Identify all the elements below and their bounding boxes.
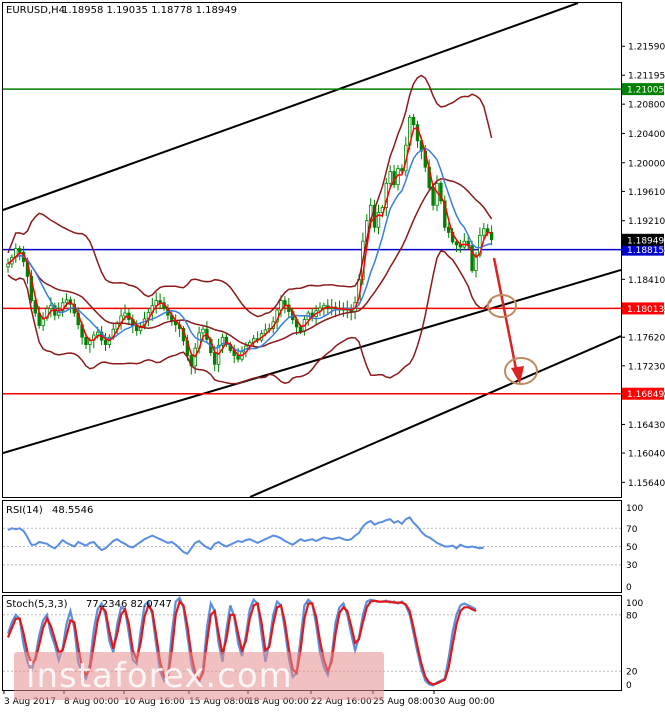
rsi-max-label: 100 (626, 504, 643, 514)
stoch-value: 77.2346 82.0747 (86, 599, 172, 610)
candle-body (388, 171, 392, 184)
channel-line-3 (249, 335, 621, 497)
rsi-title: RSI(14) (6, 505, 43, 516)
candle-body (283, 300, 287, 306)
price-tick-label: 1.20000 (628, 159, 665, 169)
candle-body (236, 355, 240, 360)
price-tick-label: 1.21195 (628, 72, 665, 82)
stoch-level-label: 80 (626, 611, 638, 621)
rsi-level-label: 30 (626, 561, 638, 571)
stoch-title: Stoch(5,3,3) (6, 599, 68, 610)
candle-body (17, 248, 22, 253)
stoch-min-label: 0 (626, 681, 632, 691)
chart-svg[interactable]: 70 50 30 100 0 80 20 100 0 1.21590 1.21195 1.2080… (0, 0, 665, 712)
frames (2, 2, 622, 691)
price-tick-label: 1.20400 (628, 130, 665, 140)
price-tick-label: 1.16040 (628, 450, 665, 460)
candle-body (64, 299, 69, 304)
level-label: 1.21005 (627, 86, 664, 96)
candle-body (411, 116, 416, 126)
candle-body (84, 336, 88, 345)
current-price-label: 1.18949 (627, 236, 664, 246)
rsi-line (7, 516, 485, 556)
candle-body (435, 182, 439, 206)
candle-body (454, 241, 459, 246)
stoch-max-label: 100 (626, 599, 643, 609)
rsi-value: 48.5546 (52, 505, 93, 516)
price-tick-label: 1.19610 (628, 188, 665, 198)
price-tick-label: 1.21590 (628, 43, 665, 53)
rsi-pane: 70 50 30 100 0 (3, 504, 643, 593)
chart-symbol-label: EURUSD,H4 (6, 5, 65, 16)
main-pane (3, 3, 621, 497)
candle-body (431, 187, 435, 206)
stoch-level-label: 20 (626, 668, 638, 678)
level-label: 1.18013 (627, 305, 664, 315)
candle-body (123, 312, 127, 317)
candle-body (49, 305, 53, 310)
candle-body (212, 352, 217, 365)
price-tick-label: 1.15640 (628, 479, 665, 489)
rsi-min-label: 0 (626, 583, 632, 593)
level-label: 1.18815 (627, 246, 664, 256)
price-tick-label: 1.16430 (628, 421, 665, 431)
time-tick-label: 30 Aug 00:00 (434, 697, 495, 707)
price-tick-label: 1.19210 (628, 217, 665, 227)
candle-body (6, 263, 10, 268)
candle-body (103, 339, 108, 345)
channel-line-1 (3, 3, 579, 211)
price-tick-label: 1.17620 (628, 334, 665, 344)
bollinger-upper (7, 74, 493, 318)
candle-body (482, 228, 486, 236)
candle-body (201, 328, 205, 334)
level-label: 1.16849 (627, 390, 664, 400)
bollinger-lower (7, 249, 493, 385)
main-plot (3, 3, 621, 497)
candle-body (298, 326, 303, 332)
rsi-level-label: 50 (626, 543, 638, 553)
candle-body (96, 331, 100, 336)
rsi-level-label: 70 (626, 525, 638, 535)
price-tick-label: 1.17230 (628, 362, 665, 372)
candle-body (446, 226, 451, 233)
chart-ohlc-readout: 1.18958 1.19035 1.18778 1.18949 (62, 5, 237, 16)
chart-window: 70 50 30 100 0 80 20 100 0 1.21590 1.21195 1.2080… (0, 0, 665, 712)
watermark-text: instaforex.com (26, 656, 293, 696)
channel-line-2 (3, 269, 621, 454)
price-tick-label: 1.20800 (628, 101, 665, 111)
ma-fast-line (7, 126, 492, 358)
price-tick-label: 1.18410 (628, 276, 665, 286)
